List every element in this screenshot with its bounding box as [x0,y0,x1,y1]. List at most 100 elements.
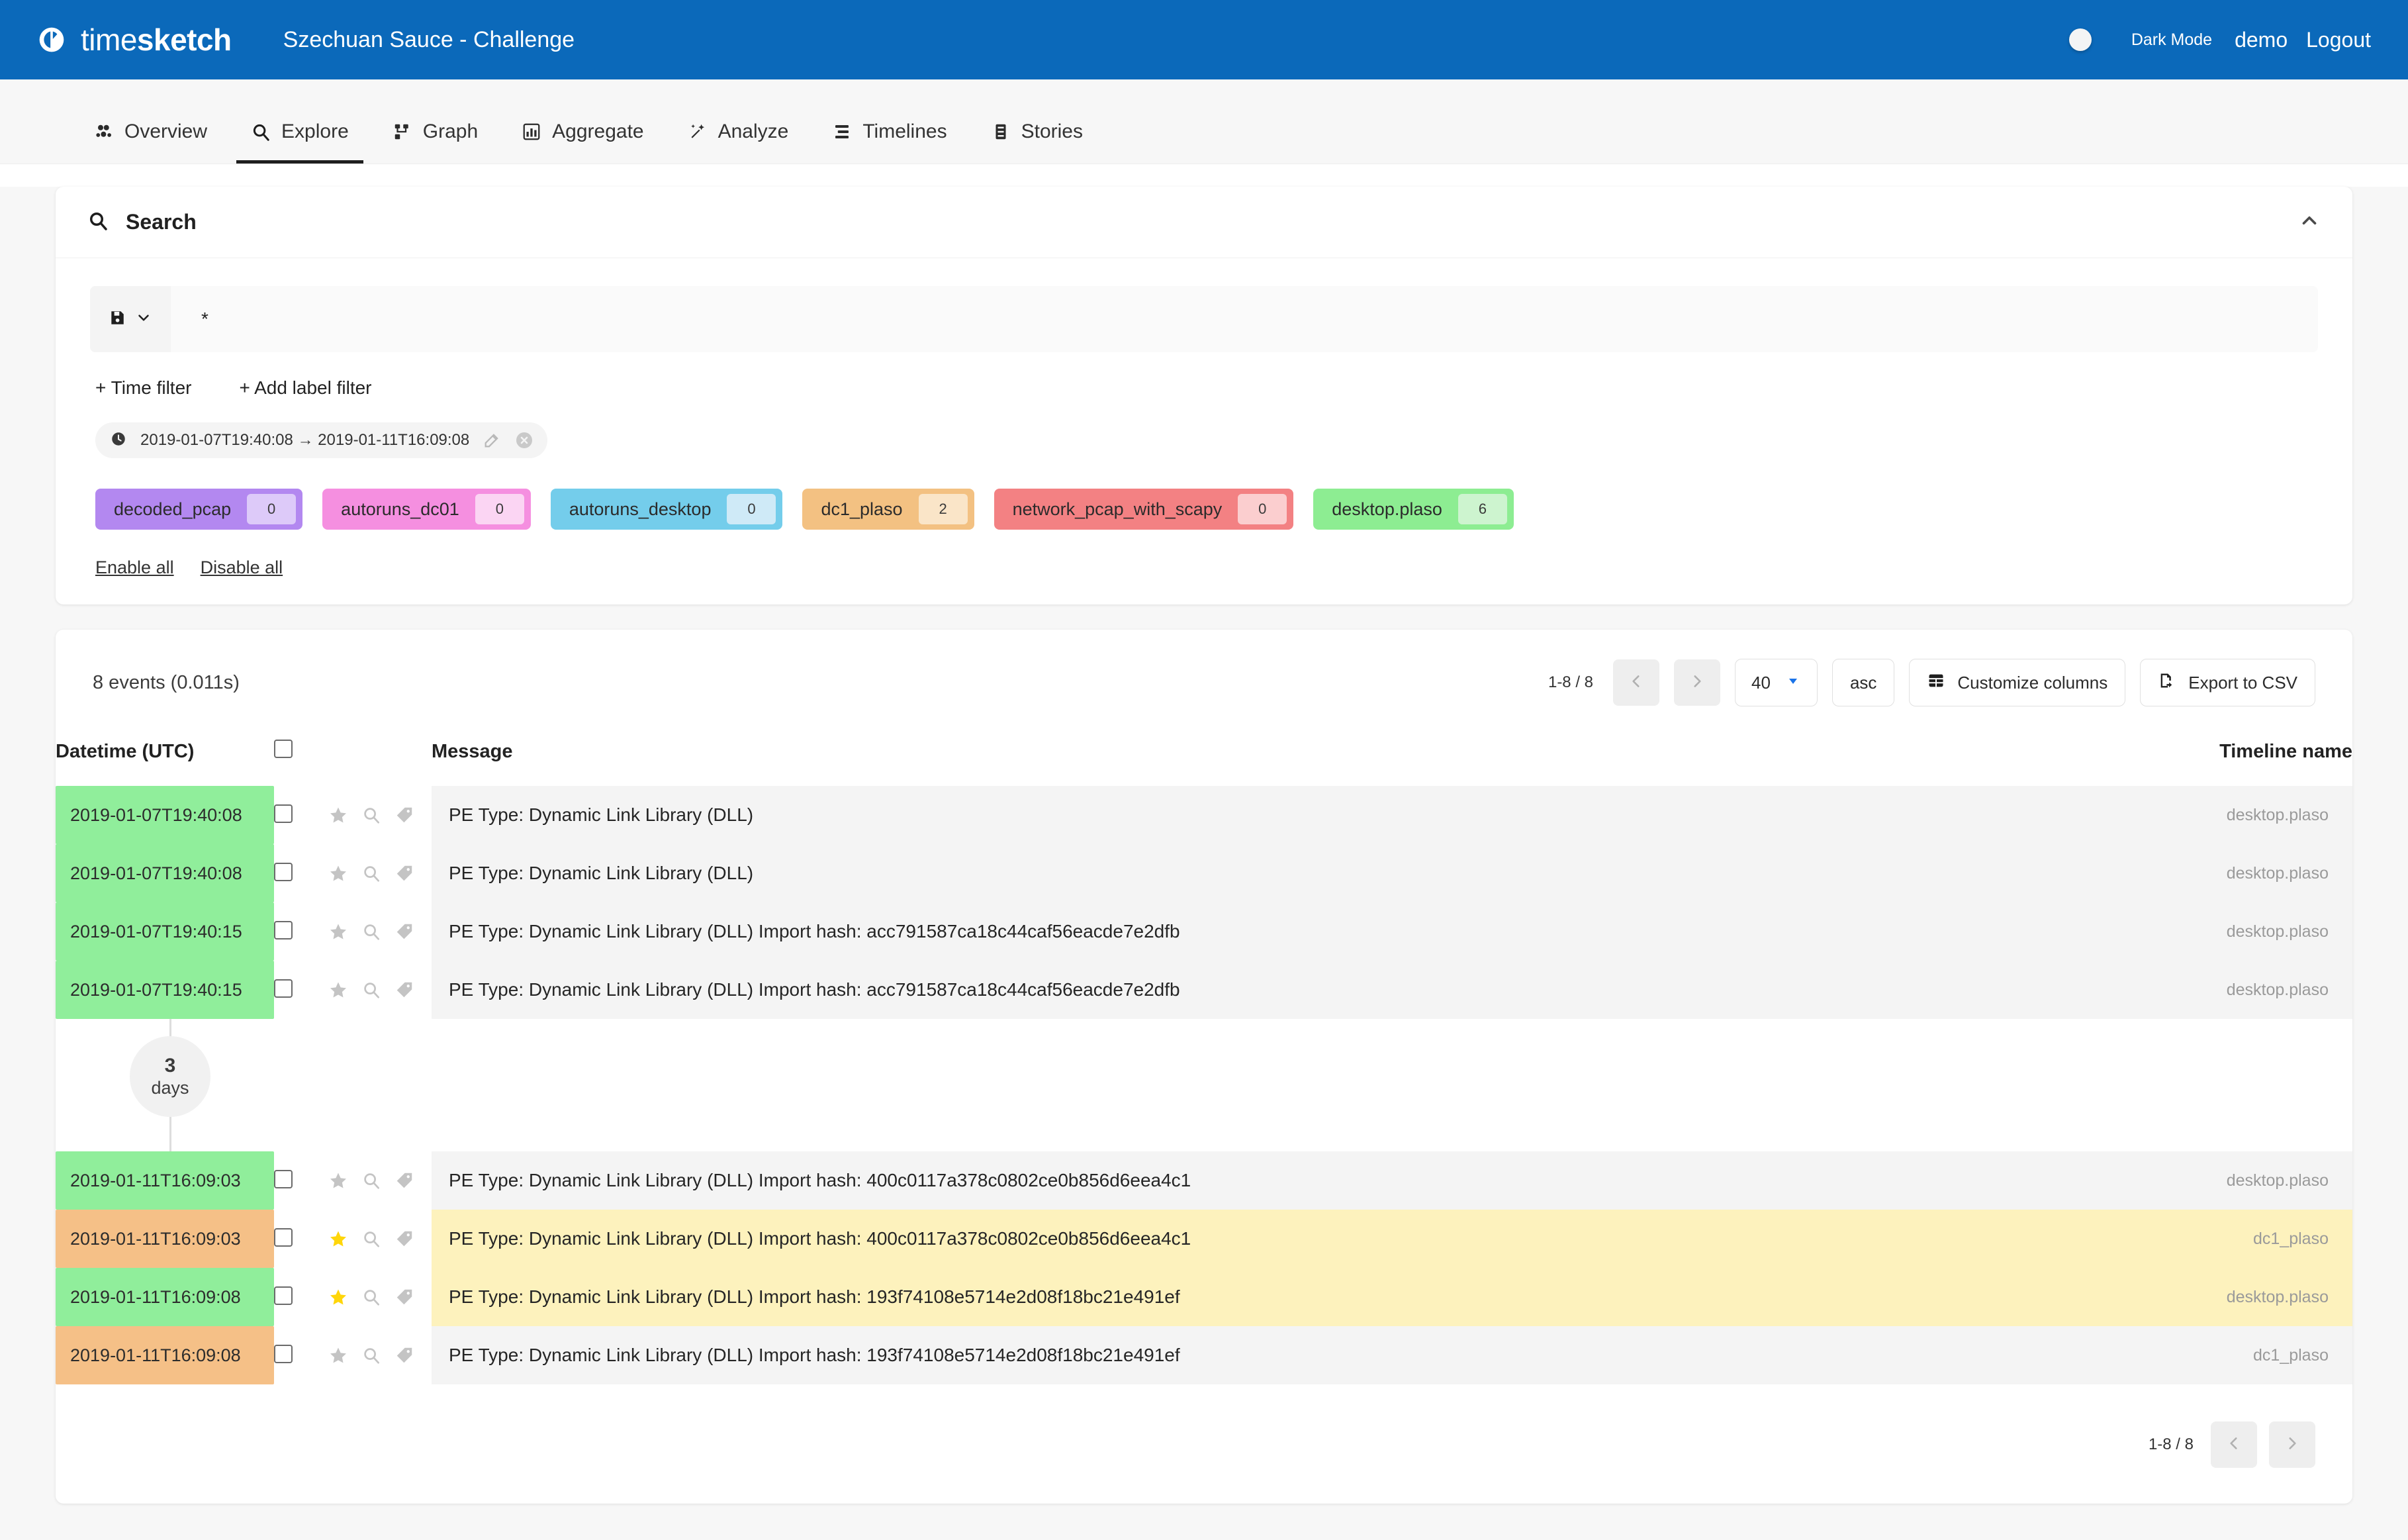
filter-links: + Time filter + Add label filter [90,377,2318,399]
column-header-message[interactable]: Message [432,726,2068,786]
tab-stories[interactable]: Stories [976,120,1097,164]
add-time-filter-button[interactable]: + Time filter [95,377,191,399]
timeline-chip[interactable]: decoded_pcap 0 [95,489,302,530]
column-header-datetime[interactable]: Datetime (UTC) [56,726,274,786]
star-icon[interactable] [328,1229,348,1249]
enable-all-link[interactable]: Enable all [95,557,174,578]
row-checkbox[interactable] [274,1345,293,1363]
search-panel-header[interactable]: Search [56,187,2352,258]
next-page-button[interactable] [1674,659,1720,706]
star-icon[interactable] [328,1345,348,1365]
row-checkbox[interactable] [274,1286,293,1305]
star-icon[interactable] [328,980,348,1000]
datetime-value: 2019-01-07T19:40:08 [56,844,274,902]
tab-timelines[interactable]: Timelines [817,120,961,164]
star-icon[interactable] [328,863,348,883]
row-actions-cell [326,1326,432,1384]
prev-page-button[interactable] [1613,659,1659,706]
timeline-name-cell: desktop.plaso [2068,1151,2352,1210]
select-all-checkbox[interactable] [274,740,293,758]
brand[interactable]: timesketch [37,22,232,58]
tag-icon[interactable] [394,1229,414,1249]
tab-analyze-label: Analyze [718,120,789,143]
tag-icon[interactable] [394,805,414,825]
sort-order-button[interactable]: asc [1832,659,1894,706]
tag-icon[interactable] [394,1287,414,1307]
search-icon[interactable] [361,805,381,825]
tab-graph[interactable]: Graph [378,120,492,164]
timeline-chip[interactable]: autoruns_dc01 0 [322,489,531,530]
logout-link[interactable]: Logout [2299,28,2371,52]
search-icon[interactable] [361,980,381,1000]
search-icon[interactable] [361,863,381,883]
timeline-name-cell: desktop.plaso [2068,786,2352,844]
timeline-chip[interactable]: autoruns_desktop 0 [551,489,783,530]
search-icon[interactable] [361,1229,381,1249]
star-icon[interactable] [328,922,348,941]
analyze-icon [688,122,708,142]
export-csv-button[interactable]: Export to CSV [2140,659,2315,706]
table-row[interactable]: 2019-01-11T16:09:08 PE Type: Dynamic L [56,1268,2352,1326]
bottom-prev-page-button[interactable] [2211,1421,2257,1468]
tag-icon[interactable] [394,863,414,883]
customize-columns-button[interactable]: Customize columns [1909,659,2125,706]
table-row[interactable]: 2019-01-11T16:09:03 PE Type: Dynamic L [56,1210,2352,1268]
row-checkbox[interactable] [274,804,293,823]
row-checkbox[interactable] [274,979,293,998]
time-filter-chip[interactable]: 2019-01-07T19:40:08 → 2019-01-11T16:09:0… [95,422,547,458]
tag-icon[interactable] [394,1171,414,1190]
dark-mode-toggle[interactable] [2069,28,2092,51]
row-actions-cell [326,1210,432,1268]
table-row[interactable]: 2019-01-11T16:09:08 PE Type: Dynamic L [56,1326,2352,1384]
dark-mode-label[interactable]: Dark Mode [2121,30,2223,50]
star-icon[interactable] [328,1171,348,1190]
table-row[interactable]: 2019-01-07T19:40:15 PE Type: Dynamic L [56,961,2352,1019]
column-header-timeline-name[interactable]: Timeline name [2068,726,2352,786]
star-icon[interactable] [328,1287,348,1307]
tab-explore[interactable]: Explore [236,120,363,164]
tab-overview[interactable]: Overview [79,120,222,164]
disable-all-link[interactable]: Disable all [201,557,283,578]
row-checkbox[interactable] [274,1228,293,1247]
tab-aggregate[interactable]: Aggregate [507,120,658,164]
table-row[interactable]: 2019-01-11T16:09:03 PE Type: Dynamic L [56,1151,2352,1210]
search-input[interactable]: * [171,286,2318,352]
saved-search-button[interactable] [90,286,171,352]
search-icon[interactable] [361,1171,381,1190]
search-icon[interactable] [361,1287,381,1307]
datetime-cell: 2019-01-07T19:40:08 [56,786,274,844]
tag-icon[interactable] [394,922,414,941]
row-checkbox[interactable] [274,921,293,939]
message-value: PE Type: Dynamic Link Library (DLL) [432,844,2068,902]
timeline-chip[interactable]: network_pcap_with_scapy 0 [994,489,1294,530]
chevron-up-icon[interactable] [2298,209,2321,235]
row-checkbox-cell [274,902,326,961]
message-cell: PE Type: Dynamic Link Library (DLL) Impo… [432,1151,2068,1210]
overview-icon [94,122,114,142]
events-table-head: Datetime (UTC) Message Timeline name [56,726,2352,786]
tag-icon[interactable] [394,980,414,1000]
add-label-filter-button[interactable]: + Add label filter [239,377,371,399]
row-checkbox[interactable] [274,1170,293,1188]
edit-icon[interactable] [483,431,501,450]
user-menu[interactable]: demo [2223,28,2299,52]
timeline-chip[interactable]: desktop.plaso 6 [1313,489,1514,530]
timeline-chip[interactable]: dc1_plaso 2 [802,489,974,530]
tag-icon[interactable] [394,1345,414,1365]
bottom-next-page-button[interactable] [2269,1421,2315,1468]
stories-icon [991,122,1011,142]
table-row[interactable]: 2019-01-07T19:40:08 PE Type: Dynamic L [56,786,2352,844]
tab-timelines-label: Timelines [862,120,947,143]
row-actions-cell [326,902,432,961]
close-circle-icon[interactable] [514,430,534,450]
datetime-value: 2019-01-07T19:40:15 [56,961,274,1019]
search-icon[interactable] [361,922,381,941]
search-icon[interactable] [361,1345,381,1365]
table-row[interactable]: 2019-01-07T19:40:08 PE Type: Dynamic L [56,844,2352,902]
tab-analyze[interactable]: Analyze [673,120,804,164]
row-checkbox[interactable] [274,863,293,881]
time-gap-cell: 3 days [56,1019,2352,1151]
page-size-select[interactable]: 40 [1735,659,1818,706]
table-row[interactable]: 2019-01-07T19:40:15 PE Type: Dynamic L [56,902,2352,961]
star-icon[interactable] [328,805,348,825]
